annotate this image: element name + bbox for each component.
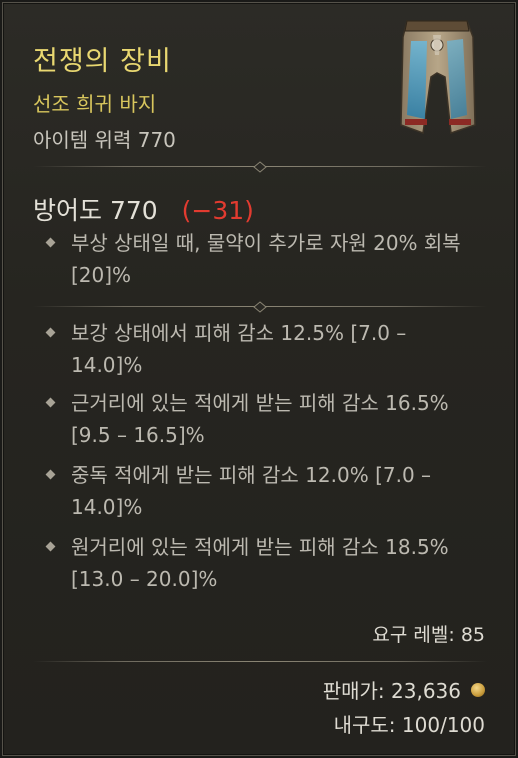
affix-row: 원거리에 있는 적에게 받는 피해 감소 18.5% [13.0 – 20.0]… [45, 531, 477, 595]
affix-text: 중독 적에게 받는 피해 감소 12.0% [7.0 – 14.0]% [71, 463, 432, 519]
sell-value: 판매가: 23,636 [322, 679, 461, 703]
armor-stat: 방어도 770 (−31) [33, 191, 254, 227]
item-tooltip: 전쟁의 장비 선조 희귀 바지 아이템 위력 770 방어도 770 (−31)… [2, 2, 516, 756]
affix-row: 근거리에 있는 적에게 받는 피해 감소 16.5% [9.5 – 16.5]% [45, 387, 477, 451]
diamond-bullet-icon [45, 397, 56, 408]
gold-coin-icon [471, 682, 485, 697]
item-power: 아이템 위력 770 [33, 128, 176, 152]
affix-text: 근거리에 있는 적에게 받는 피해 감소 16.5% [9.5 – 16.5]% [71, 391, 449, 447]
armor-value: 방어도 770 [33, 196, 158, 225]
diamond-bullet-icon [45, 237, 56, 248]
implicit-affix: 부상 상태일 때, 물약이 추가로 자원 20% 회복 [20]% [45, 227, 477, 291]
section-divider [33, 161, 487, 173]
item-name: 전쟁의 장비 [33, 46, 172, 77]
section-divider [33, 301, 487, 313]
affix-text: 원거리에 있는 적에게 받는 피해 감소 18.5% [13.0 – 20.0]… [71, 535, 449, 591]
diamond-bullet-icon [45, 541, 56, 552]
sell-value-row: 판매가: 23,636 [323, 675, 485, 704]
section-divider [33, 656, 487, 668]
diamond-bullet-icon [45, 469, 56, 480]
affix-text: 보강 상태에서 피해 감소 12.5% [7.0 – 14.0]% [71, 321, 407, 377]
armor-difference: (−31) [181, 196, 254, 225]
durability: 내구도: 100/100 [333, 713, 485, 737]
tooltip-header: 전쟁의 장비 선조 희귀 바지 아이템 위력 770 [3, 3, 517, 161]
divider-ornament-icon [253, 161, 267, 173]
affix-row: 보강 상태에서 피해 감소 12.5% [7.0 – 14.0]% [45, 317, 477, 381]
diamond-bullet-icon [45, 327, 56, 338]
pants-item-image [400, 20, 476, 135]
item-type: 선조 희귀 바지 [33, 92, 157, 116]
affix-row: 중독 적에게 받는 피해 감소 12.0% [7.0 – 14.0]% [45, 459, 477, 523]
required-level: 요구 레벨: 85 [372, 624, 485, 646]
affix-text: 부상 상태일 때, 물약이 추가로 자원 20% 회복 [20]% [71, 231, 461, 287]
divider-ornament-icon [253, 301, 267, 313]
